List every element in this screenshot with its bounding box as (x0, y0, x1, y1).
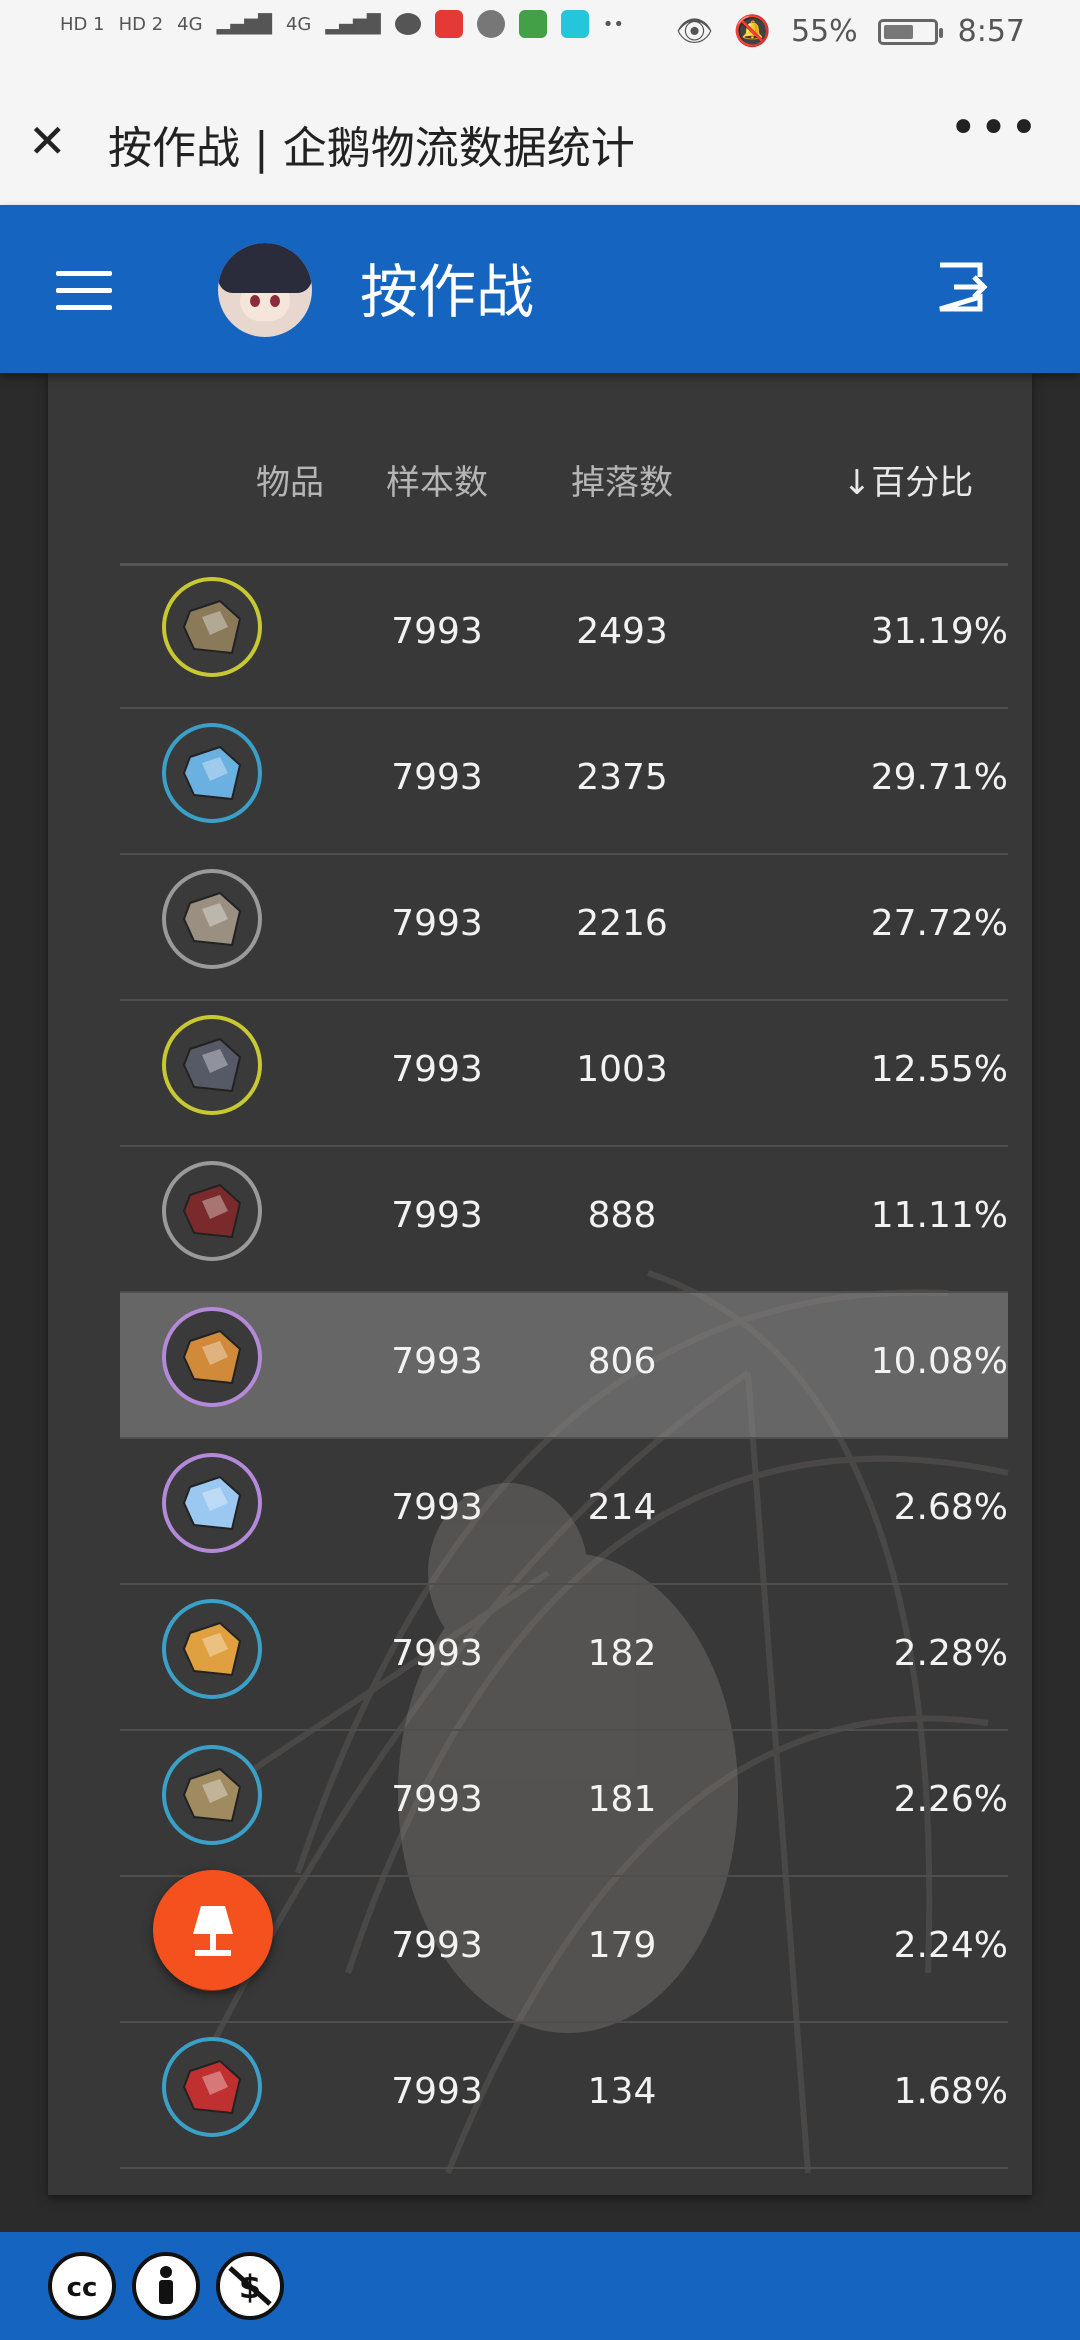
header-drops[interactable]: 掉落数 (552, 455, 692, 504)
ice-crystal-icon (162, 1453, 262, 1553)
sim-label: HD 2 (118, 13, 164, 35)
drop-count: 134 (587, 2071, 657, 2112)
battery-percent: 55% (790, 14, 858, 49)
lamp-icon (193, 1906, 233, 1956)
drop-count: 182 (587, 1633, 657, 1674)
table-row[interactable]: 7993 2493 31.19% (120, 563, 1008, 709)
more-notifications-icon: •• (602, 13, 624, 35)
battery-icon (877, 18, 943, 45)
ore-pile-icon (162, 1745, 262, 1845)
status-bar: HD 1 HD 2 4G ▂▄▆█ 4G ▂▄▆█ •• 👁 🔕 55% 8:5… (0, 0, 1080, 70)
table-row[interactable]: 7993 134 1.68% (120, 2023, 1008, 2169)
header-percent[interactable]: ↓百分比 (808, 455, 1008, 504)
drop-percent: 2.28% (893, 1633, 1008, 1674)
sample-count: 7993 (391, 1925, 483, 1966)
clock: 8:57 (957, 14, 1025, 49)
header-percent-label: 百分比 (871, 463, 974, 503)
drop-percent: 10.08% (870, 1341, 1008, 1382)
red-device-icon (162, 1161, 262, 1261)
drop-percent: 29.71% (870, 757, 1008, 798)
blue-crystal-icon (162, 723, 262, 823)
drop-percent: 2.26% (893, 1779, 1008, 1820)
drop-percent: 27.72% (870, 903, 1008, 944)
sample-count: 7993 (391, 1195, 483, 1236)
drop-count: 806 (587, 1341, 657, 1382)
drop-count: 2493 (576, 611, 668, 652)
maps-icon (518, 10, 547, 38)
drop-count: 179 (587, 1925, 657, 1966)
recipe-paper-icon (162, 1599, 262, 1699)
sample-count: 7993 (391, 1487, 483, 1528)
svg-text:cc: cc (67, 2273, 98, 2303)
nc-icon[interactable]: $ (216, 2252, 284, 2320)
sample-count: 7993 (391, 903, 483, 944)
by-icon[interactable] (132, 2252, 200, 2320)
signal-icon: ▂▄▆█ (325, 13, 381, 35)
more-icon[interactable]: ••• (949, 100, 1040, 156)
status-left: HD 1 HD 2 4G ▂▄▆█ 4G ▂▄▆█ •• (60, 10, 624, 38)
drop-count: 214 (587, 1487, 657, 1528)
table-row[interactable]: 7993 2216 27.72% (120, 855, 1008, 1001)
bilibili-icon (560, 10, 589, 38)
drop-percent: 11.11% (870, 1195, 1008, 1236)
sort-arrow-icon: ↓ (842, 463, 872, 503)
wechat-icon (394, 13, 421, 35)
cc-icon[interactable]: cc (48, 2252, 116, 2320)
signal-icon: ▂▄▆█ (216, 13, 272, 35)
drop-count: 1003 (576, 1049, 668, 1090)
red-cube-icon (162, 2037, 262, 2137)
sim-label: HD 1 (60, 13, 105, 35)
drop-percent: 2.24% (893, 1925, 1008, 1966)
app-bar: 按作战 (0, 205, 1080, 373)
drop-percent: 1.68% (893, 2071, 1008, 2112)
status-right: 👁 🔕 55% 8:57 (675, 14, 1025, 49)
sample-count: 7993 (391, 1341, 483, 1382)
drop-percent: 2.68% (893, 1487, 1008, 1528)
mute-icon: 🔕 (733, 14, 771, 49)
table-row[interactable]: 7993 1003 12.55% (120, 1001, 1008, 1147)
footer: cc $ (0, 2232, 1080, 2340)
table-header: 物品 样本数 掉落数 ↓百分比 (120, 373, 1008, 566)
sample-count: 7993 (391, 611, 483, 652)
table-row[interactable]: 7993 182 2.28% (120, 1585, 1008, 1731)
sample-count: 7993 (391, 1633, 483, 1674)
network-label: 4G (177, 13, 203, 35)
cube-ore-icon (162, 577, 262, 677)
app-icon (476, 10, 505, 38)
weibo-icon (434, 10, 463, 38)
avatar[interactable] (218, 243, 312, 337)
theme-toggle-button[interactable] (153, 1870, 273, 1990)
drop-percent: 31.19% (870, 611, 1008, 652)
drop-count: 2216 (576, 903, 668, 944)
table-row[interactable]: 7993 181 2.26% (120, 1731, 1008, 1877)
logout-icon[interactable] (934, 259, 990, 315)
eye-icon: 👁 (675, 14, 714, 49)
header-item[interactable]: 物品 (210, 455, 370, 504)
table-row[interactable]: 7993 2375 29.71% (120, 709, 1008, 855)
browser-bar: ✕ 按作战 | 企鹅物流数据统计 ••• (0, 70, 1080, 205)
gold-ingot-icon (162, 1307, 262, 1407)
sample-count: 7993 (391, 1049, 483, 1090)
table-row[interactable]: 7993 888 11.11% (120, 1147, 1008, 1293)
drop-count: 888 (587, 1195, 657, 1236)
sample-count: 7993 (391, 2071, 483, 2112)
drop-percent: 12.55% (870, 1049, 1008, 1090)
close-icon[interactable]: ✕ (28, 114, 67, 168)
drop-count: 2375 (576, 757, 668, 798)
rock-icon (162, 869, 262, 969)
table-row[interactable]: 7993 806 10.08% (120, 1293, 1008, 1439)
device-box-icon (162, 1015, 262, 1115)
network-label: 4G (285, 13, 312, 35)
drop-count: 181 (587, 1779, 657, 1820)
header-samples[interactable]: 样本数 (368, 455, 506, 504)
table-row[interactable]: 7993 214 2.68% (120, 1439, 1008, 1585)
sample-count: 7993 (391, 757, 483, 798)
browser-title: 按作战 | 企鹅物流数据统计 (108, 123, 635, 174)
menu-icon[interactable] (56, 271, 112, 322)
page-title: 按作战 (360, 258, 535, 326)
sample-count: 7993 (391, 1779, 483, 1820)
